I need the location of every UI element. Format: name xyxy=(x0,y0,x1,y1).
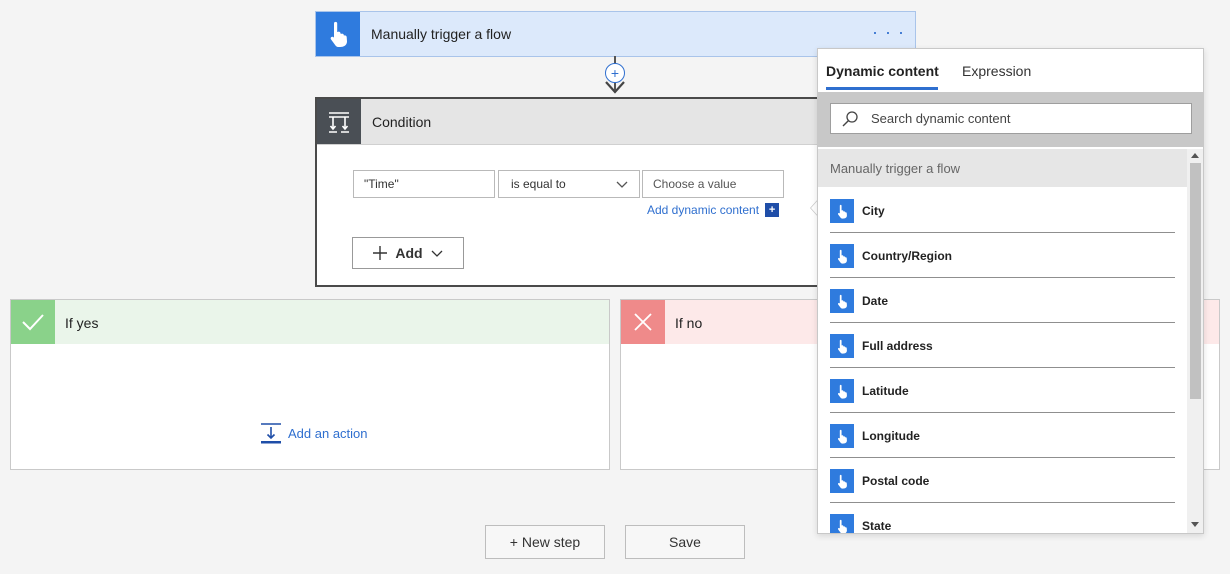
dynamic-content-item[interactable]: Country/Region xyxy=(818,233,1187,278)
dynamic-content-item-label: Country/Region xyxy=(862,249,952,263)
dynamic-content-item-label: State xyxy=(862,519,892,533)
hand-pointer-icon xyxy=(830,289,854,313)
hand-pointer-icon xyxy=(830,424,854,448)
dynamic-content-item[interactable]: Date xyxy=(818,278,1187,323)
operator-value: is equal to xyxy=(511,177,566,191)
condition-title: Condition xyxy=(372,114,432,130)
tab-dynamic-content[interactable]: Dynamic content xyxy=(826,63,939,79)
condition-card: Condition "Time" is equal to Choose a va… xyxy=(315,97,835,287)
right-value-field[interactable]: Choose a value xyxy=(642,170,784,198)
dynamic-content-item[interactable]: Postal code xyxy=(818,458,1187,503)
add-action-icon xyxy=(261,423,281,444)
scroll-up-arrow[interactable] xyxy=(1191,153,1199,158)
dynamic-content-item-label: Longitude xyxy=(862,429,920,443)
search-placeholder: Search dynamic content xyxy=(871,111,1011,126)
save-button[interactable]: Save xyxy=(625,525,745,559)
add-an-action-label: Add an action xyxy=(288,425,368,441)
dynamic-content-item[interactable]: Latitude xyxy=(818,368,1187,413)
if-yes-header[interactable]: If yes xyxy=(11,300,609,344)
panel-scrollbar[interactable] xyxy=(1187,149,1203,533)
arrow-down-icon xyxy=(605,81,625,94)
new-step-button[interactable]: + New step xyxy=(485,525,605,559)
panel-tabs: Dynamic content Expression xyxy=(818,49,1203,91)
dynamic-content-item[interactable]: State xyxy=(818,503,1187,533)
section-header: Manually trigger a flow xyxy=(818,149,1187,187)
left-value-field[interactable]: "Time" xyxy=(353,170,495,198)
hand-pointer-icon xyxy=(830,469,854,493)
section-title: Manually trigger a flow xyxy=(830,161,961,176)
scroll-down-arrow[interactable] xyxy=(1191,522,1199,527)
operator-select[interactable]: is equal to xyxy=(498,170,640,198)
hand-pointer-icon xyxy=(830,334,854,358)
trigger-title: Manually trigger a flow xyxy=(371,26,512,42)
dynamic-content-item[interactable]: Full address xyxy=(818,323,1187,368)
dynamic-content-item-label: Latitude xyxy=(862,384,909,398)
condition-header[interactable]: Condition xyxy=(317,99,833,145)
add-dynamic-content-label: Add dynamic content xyxy=(647,203,760,217)
add-an-action-button[interactable]: Add an action xyxy=(260,422,368,444)
add-label: Add xyxy=(395,245,423,261)
chevron-down-icon xyxy=(431,250,443,257)
more-options-button[interactable]: · · · xyxy=(872,22,905,43)
hand-pointer-icon xyxy=(830,514,854,533)
dynamic-content-item[interactable]: Longitude xyxy=(818,413,1187,458)
hand-pointer-icon xyxy=(830,199,854,223)
if-yes-branch: If yes Add an action xyxy=(10,299,610,470)
close-icon xyxy=(621,300,665,344)
active-tab-indicator xyxy=(826,87,938,90)
dynamic-content-item[interactable]: City xyxy=(818,188,1187,233)
scroll-thumb[interactable] xyxy=(1190,163,1201,399)
hand-pointer-icon xyxy=(830,244,854,268)
add-condition-button[interactable]: Add xyxy=(352,237,464,269)
dynamic-content-item-label: Date xyxy=(862,294,889,308)
hand-pointer-icon xyxy=(830,379,854,403)
dynamic-content-item-label: Postal code xyxy=(862,474,930,488)
search-icon xyxy=(841,110,859,128)
dynamic-content-item-label: City xyxy=(862,204,885,218)
condition-icon xyxy=(317,99,361,144)
search-area: Search dynamic content xyxy=(818,92,1203,147)
add-dynamic-content-link[interactable]: Add dynamic content + xyxy=(647,203,780,217)
tab-expression[interactable]: Expression xyxy=(962,63,1031,79)
add-dynamic-content-badge: + xyxy=(765,203,780,217)
checkmark-icon xyxy=(11,300,55,344)
plus-icon xyxy=(373,246,388,260)
if-no-title: If no xyxy=(675,315,703,331)
dynamic-content-panel: Dynamic content Expression Search dynami… xyxy=(817,48,1204,534)
chevron-down-icon xyxy=(616,181,628,188)
dynamic-content-item-label: Full address xyxy=(862,339,933,353)
hand-pointer-icon xyxy=(316,12,360,56)
search-dynamic-content-input[interactable]: Search dynamic content xyxy=(830,103,1192,134)
if-yes-title: If yes xyxy=(65,315,99,331)
dynamic-content-list: City Country/Region Date Full address Latitu… xyxy=(818,188,1187,533)
